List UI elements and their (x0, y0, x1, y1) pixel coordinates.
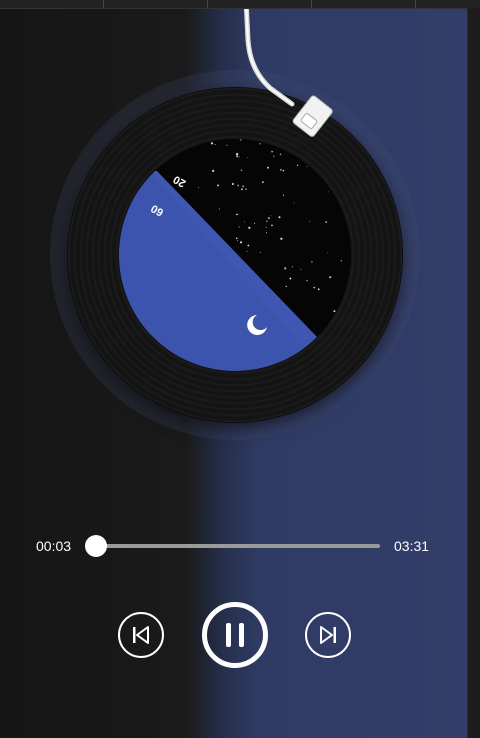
duration: 03:31 (394, 538, 430, 554)
star (291, 266, 294, 268)
star (280, 237, 283, 240)
star (259, 251, 261, 253)
star (289, 277, 292, 280)
star (226, 144, 228, 146)
record-label-artwork: 20 60 (119, 139, 351, 371)
scrollbar[interactable] (467, 8, 480, 738)
progress-thumb[interactable] (84, 535, 107, 557)
star (333, 310, 336, 313)
star (284, 267, 287, 270)
star (296, 164, 299, 167)
star (279, 168, 282, 171)
star (237, 184, 239, 187)
star (248, 226, 251, 229)
star (217, 184, 219, 187)
star (306, 165, 308, 167)
star (282, 169, 285, 172)
pause-button[interactable] (202, 602, 268, 668)
pause-icon (226, 623, 244, 647)
star (329, 276, 332, 279)
star (240, 169, 243, 172)
star (270, 215, 272, 217)
star (271, 224, 273, 227)
star (300, 269, 302, 271)
star (231, 182, 234, 186)
star (262, 181, 264, 183)
star (237, 239, 239, 241)
window-top-bar (0, 0, 480, 9)
star (238, 226, 240, 228)
previous-button[interactable] (118, 612, 164, 658)
star (242, 185, 244, 188)
star (246, 157, 248, 158)
star (267, 166, 270, 169)
music-player: 20 60 00:03 03:31 (0, 0, 468, 738)
star (267, 217, 270, 220)
star (246, 250, 248, 252)
star (309, 220, 310, 222)
next-button[interactable] (305, 612, 351, 658)
star (235, 152, 239, 156)
star (340, 260, 342, 262)
star (278, 216, 281, 219)
star (327, 252, 329, 254)
star (247, 244, 250, 247)
skip-previous-icon (133, 626, 149, 644)
star (198, 187, 200, 189)
star (293, 202, 295, 204)
star (239, 241, 243, 244)
star (313, 286, 316, 289)
star (245, 188, 247, 190)
skip-next-icon (320, 626, 336, 644)
star (266, 220, 268, 222)
star (244, 221, 246, 223)
star (254, 222, 256, 224)
star (236, 155, 239, 158)
star (271, 150, 273, 153)
star (285, 285, 287, 288)
star (279, 153, 282, 156)
star (235, 237, 238, 239)
star (282, 194, 284, 196)
star (210, 142, 214, 145)
current-time: 00:03 (36, 538, 72, 554)
star (240, 188, 244, 191)
star (238, 156, 240, 158)
star (266, 232, 267, 234)
star (327, 191, 329, 193)
star (212, 169, 215, 173)
star (265, 226, 267, 228)
star (236, 213, 238, 216)
star (325, 221, 327, 223)
star (306, 279, 308, 282)
star (214, 144, 216, 145)
star (273, 155, 275, 158)
star (218, 208, 220, 210)
star (317, 288, 320, 291)
tonearm[interactable] (230, 0, 350, 150)
progress-track[interactable] (90, 544, 380, 548)
star (311, 261, 313, 263)
